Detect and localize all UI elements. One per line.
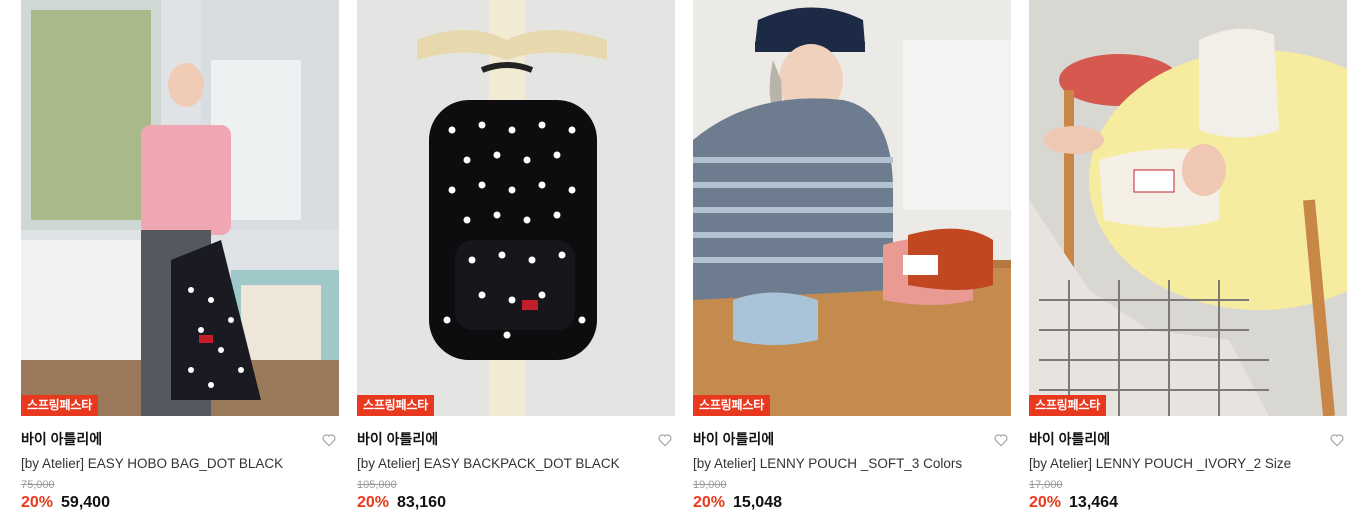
- sale-price: 15,048: [733, 494, 782, 511]
- original-price: 17,000: [1029, 479, 1063, 491]
- promo-badge: 스프링페스타: [357, 395, 435, 416]
- heart-outline-icon[interactable]: [1329, 432, 1345, 448]
- product-info: 바이 아틀리에 [by Atelier] EASY HOBO BAG_DOT B…: [21, 416, 339, 513]
- product-card[interactable]: 스프링페스타 바이 아틀리에 [by Atelier] EASY HOBO BA…: [21, 0, 339, 527]
- price-row: 20% 13,464: [1029, 493, 1347, 513]
- product-image[interactable]: 스프링페스타: [693, 0, 1011, 416]
- product-info: 바이 아틀리에 [by Atelier] LENNY POUCH _SOFT_3…: [693, 416, 1011, 513]
- product-card[interactable]: 스프링페스타 바이 아틀리에 [by Atelier] LENNY POUCH …: [693, 0, 1011, 527]
- brand-name[interactable]: 바이 아틀리에: [693, 430, 1011, 448]
- product-photo: [21, 0, 339, 416]
- product-name[interactable]: [by Atelier] LENNY POUCH _SOFT_3 Colors: [693, 455, 1011, 473]
- product-photo: [693, 0, 1011, 416]
- price-row: 20% 59,400: [21, 493, 339, 513]
- brand-name[interactable]: 바이 아틀리에: [1029, 430, 1347, 448]
- product-info: 바이 아틀리에 [by Atelier] LENNY POUCH _IVORY_…: [1029, 416, 1347, 513]
- discount-rate: 20%: [1029, 494, 1062, 511]
- product-name[interactable]: [by Atelier] LENNY POUCH _IVORY_2 Size: [1029, 455, 1347, 473]
- product-photo: [357, 0, 675, 416]
- product-info: 바이 아틀리에 [by Atelier] EASY BACKPACK_DOT B…: [357, 416, 675, 513]
- discount-rate: 20%: [693, 494, 726, 511]
- promo-badge: 스프링페스타: [693, 395, 771, 416]
- original-price: 19,000: [693, 479, 727, 491]
- product-image[interactable]: 스프링페스타: [357, 0, 675, 416]
- brand-name[interactable]: 바이 아틀리에: [21, 430, 339, 448]
- discount-rate: 20%: [21, 494, 54, 511]
- original-price: 75,000: [21, 479, 55, 491]
- discount-rate: 20%: [357, 494, 390, 511]
- original-price: 105,000: [357, 479, 397, 491]
- product-card[interactable]: 스프링페스타 바이 아틀리에 [by Atelier] EASY BACKPAC…: [357, 0, 675, 527]
- promo-badge: 스프링페스타: [21, 395, 99, 416]
- product-grid: 스프링페스타 바이 아틀리에 [by Atelier] EASY HOBO BA…: [21, 0, 1347, 527]
- heart-outline-icon[interactable]: [993, 432, 1009, 448]
- product-name[interactable]: [by Atelier] EASY HOBO BAG_DOT BLACK: [21, 455, 339, 473]
- product-photo: [1029, 0, 1347, 416]
- heart-outline-icon[interactable]: [321, 432, 337, 448]
- price-row: 20% 15,048: [693, 493, 1011, 513]
- brand-name[interactable]: 바이 아틀리에: [357, 430, 675, 448]
- product-card[interactable]: 스프링페스타 바이 아틀리에 [by Atelier] LENNY POUCH …: [1029, 0, 1347, 527]
- price-row: 20% 83,160: [357, 493, 675, 513]
- sale-price: 83,160: [397, 494, 446, 511]
- product-name[interactable]: [by Atelier] EASY BACKPACK_DOT BLACK: [357, 455, 675, 473]
- product-image[interactable]: 스프링페스타: [1029, 0, 1347, 416]
- product-image[interactable]: 스프링페스타: [21, 0, 339, 416]
- sale-price: 59,400: [61, 494, 110, 511]
- sale-price: 13,464: [1069, 494, 1118, 511]
- promo-badge: 스프링페스타: [1029, 395, 1107, 416]
- heart-outline-icon[interactable]: [657, 432, 673, 448]
